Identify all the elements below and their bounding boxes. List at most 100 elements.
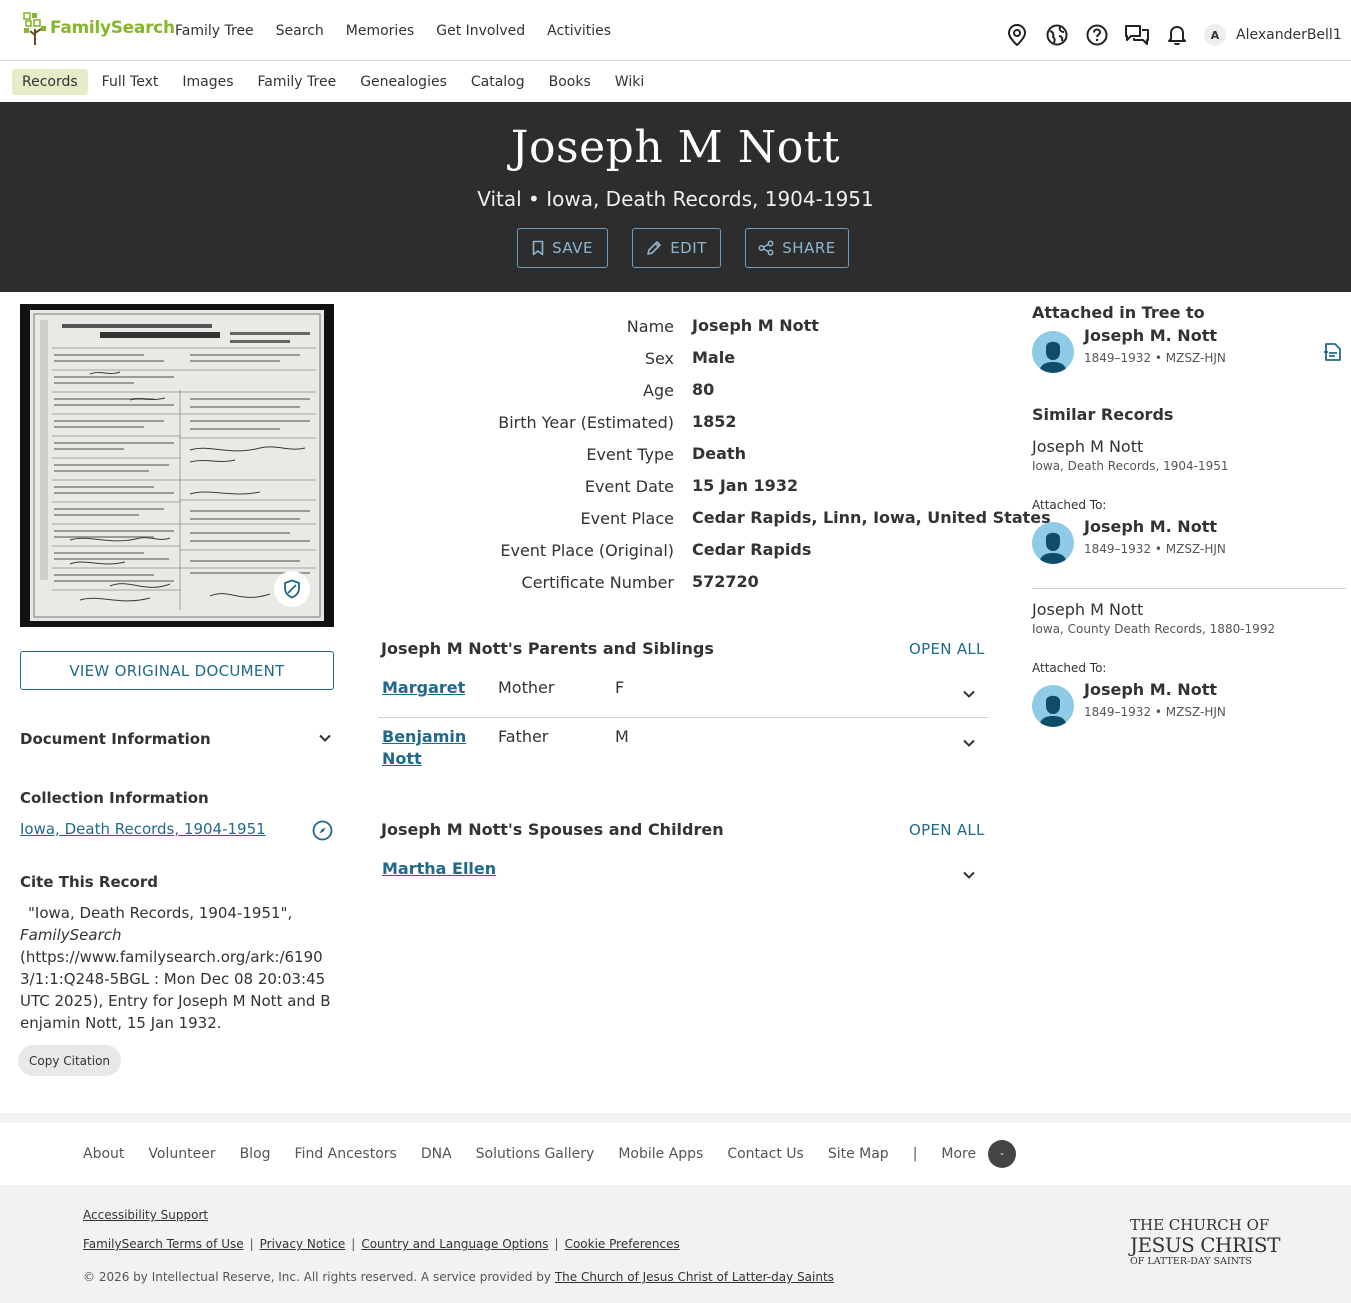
pencil-icon — [647, 241, 661, 255]
footer-about[interactable]: About — [71, 1146, 136, 1162]
record-title: Joseph M Nott — [510, 122, 841, 173]
edit-button[interactable]: EDIT — [632, 228, 721, 268]
similar-attached-person[interactable]: Joseph M. Nott 1849–1932 • MZSZ-HJN — [1032, 517, 1332, 564]
person-meta: 1849–1932 • MZSZ-HJN — [1084, 542, 1226, 556]
terms-of-use-link[interactable]: FamilySearch Terms of Use — [83, 1237, 244, 1251]
similar-record-name[interactable]: Joseph M Nott — [1032, 600, 1143, 619]
location-pin-icon[interactable] — [1004, 22, 1030, 48]
fact-row: Certificate Number 572720 — [380, 570, 1010, 602]
save-button[interactable]: SAVE — [517, 228, 608, 268]
subnav-family-tree[interactable]: Family Tree — [248, 69, 347, 95]
chevron-down-icon[interactable] — [962, 687, 976, 701]
similar-attached-person[interactable]: Joseph M. Nott 1849–1932 • MZSZ-HJN — [1032, 680, 1332, 727]
person-name: Joseph M. Nott — [1084, 680, 1217, 699]
fact-value: Joseph M Nott — [692, 316, 819, 335]
record-actions: SAVE EDIT SHARE — [517, 228, 873, 268]
citation-collection: "Iowa, Death Records, 1904-1951", — [28, 904, 293, 922]
footer-contact-us[interactable]: Contact Us — [715, 1146, 815, 1162]
certificate-image — [30, 310, 324, 621]
nav-activities[interactable]: Activities — [536, 23, 622, 39]
nav-search[interactable]: Search — [265, 23, 335, 39]
citation-text: "Iowa, Death Records, 1904-1951", Family… — [20, 902, 338, 1034]
share-button[interactable]: SHARE — [745, 228, 849, 268]
relative-name-link[interactable]: Martha Ellen — [382, 858, 496, 880]
attached-person[interactable]: Joseph M. Nott 1849–1932 • MZSZ-HJN — [1032, 326, 1332, 373]
similar-record-collection: Iowa, Death Records, 1904-1951 — [1032, 459, 1229, 473]
bell-icon[interactable] — [1164, 22, 1190, 48]
subnav-records[interactable]: Records — [12, 68, 88, 95]
fact-label: Event Type — [586, 445, 674, 464]
fact-value: Death — [692, 444, 746, 463]
compass-icon[interactable] — [312, 820, 333, 841]
country-language-link[interactable]: Country and Language Options — [361, 1237, 548, 1251]
footer-spacer — [0, 1113, 1351, 1123]
fact-value: 572720 — [692, 572, 759, 591]
source-document-icon[interactable] — [1322, 341, 1344, 363]
username[interactable]: AlexanderBell1 — [1236, 27, 1342, 43]
collection-information-heading: Collection Information — [20, 789, 209, 807]
nav-get-involved[interactable]: Get Involved — [425, 23, 536, 39]
user-avatar[interactable]: A — [1204, 24, 1226, 46]
document-thumbnail[interactable] — [20, 304, 334, 627]
collection-link[interactable]: Iowa, Death Records, 1904-1951 — [20, 820, 266, 838]
bookmark-icon — [532, 240, 544, 256]
footer-dna[interactable]: DNA — [409, 1146, 464, 1162]
church-logo-line1: THE CHURCH OF — [1130, 1216, 1270, 1234]
parents-siblings-heading: Joseph M Nott's Parents and Siblings — [381, 639, 714, 658]
footer-volunteer[interactable]: Volunteer — [136, 1146, 227, 1162]
person-meta: 1849–1932 • MZSZ-HJN — [1084, 705, 1226, 719]
footer-separator: | — [912, 1146, 918, 1162]
accessibility-support-link[interactable]: Accessibility Support — [83, 1208, 208, 1222]
attached-to-label: Attached To: — [1032, 661, 1107, 675]
fact-row: Event Place Cedar Rapids, Linn, Iowa, Uni… — [380, 506, 1051, 538]
fact-value: Cedar Rapids — [692, 540, 812, 559]
edit-label: EDIT — [670, 239, 707, 257]
privacy-notice-link[interactable]: Privacy Notice — [260, 1237, 346, 1251]
person-avatar-icon — [1032, 331, 1074, 373]
similar-record-name[interactable]: Joseph M Nott — [1032, 437, 1143, 456]
subnav-wiki[interactable]: Wiki — [605, 69, 654, 95]
fact-row: Age 80 — [380, 378, 1010, 410]
help-icon[interactable] — [1084, 22, 1110, 48]
chat-icon[interactable] — [1124, 22, 1150, 48]
restricted-image-badge[interactable] — [274, 571, 310, 607]
fact-label: Sex — [644, 349, 674, 368]
chevron-down-icon[interactable] — [962, 736, 976, 750]
subnav-books[interactable]: Books — [539, 69, 601, 95]
nav-family-tree[interactable]: Family Tree — [164, 23, 265, 39]
subnav-genealogies[interactable]: Genealogies — [350, 69, 457, 95]
cookie-preferences-link[interactable]: Cookie Preferences — [565, 1237, 680, 1251]
subnav-catalog[interactable]: Catalog — [461, 69, 535, 95]
church-link[interactable]: The Church of Jesus Christ of Latter-day… — [555, 1270, 834, 1284]
chevron-down-icon[interactable] — [318, 731, 332, 745]
nav-memories[interactable]: Memories — [335, 23, 425, 39]
footer-blog[interactable]: Blog — [228, 1146, 283, 1162]
cite-record-heading: Cite This Record — [20, 873, 158, 891]
footer-site-map[interactable]: Site Map — [816, 1146, 901, 1162]
view-original-document-button[interactable]: VIEW ORIGINAL DOCUMENT — [20, 651, 334, 690]
link-separator: | — [351, 1237, 356, 1251]
parents-open-all-button[interactable]: OPEN ALL — [909, 640, 985, 658]
footer-find-ancestors[interactable]: Find Ancestors — [283, 1146, 409, 1162]
chevron-down-icon[interactable] — [962, 868, 976, 882]
footer-more-button[interactable]: More — [929, 1140, 1028, 1168]
relative-name-link[interactable]: Margaret — [382, 677, 465, 699]
footer-solutions-gallery[interactable]: Solutions Gallery — [464, 1146, 607, 1162]
fact-row: Event Place (Original) Cedar Rapids — [380, 538, 1010, 570]
church-logo[interactable]: THE CHURCH OF JESUS CHRIST OF LATTER-DAY… — [1130, 1218, 1280, 1267]
footer-mobile-apps[interactable]: Mobile Apps — [606, 1146, 715, 1162]
relative-role: Mother — [498, 678, 555, 697]
record-facts: Name Joseph M Nott Sex Male Age 80 Birth Ye… — [380, 314, 1051, 602]
fact-row: Event Type Death — [380, 442, 1010, 474]
fact-label: Name — [626, 317, 674, 336]
document-information-heading[interactable]: Document Information — [20, 730, 211, 748]
records-subnav: Records Full Text Images Family Tree Gen… — [0, 61, 1351, 102]
subnav-full-text[interactable]: Full Text — [92, 69, 169, 95]
spouses-open-all-button[interactable]: OPEN ALL — [909, 821, 985, 839]
copy-citation-button[interactable]: Copy Citation — [18, 1045, 122, 1076]
globe-icon[interactable] — [1044, 22, 1070, 48]
relative-name-link[interactable]: Benjamin Nott — [382, 726, 466, 770]
familysearch-logo[interactable]: FamilySearch — [22, 10, 175, 46]
chevron-down-icon — [988, 1140, 1017, 1168]
subnav-images[interactable]: Images — [172, 69, 243, 95]
